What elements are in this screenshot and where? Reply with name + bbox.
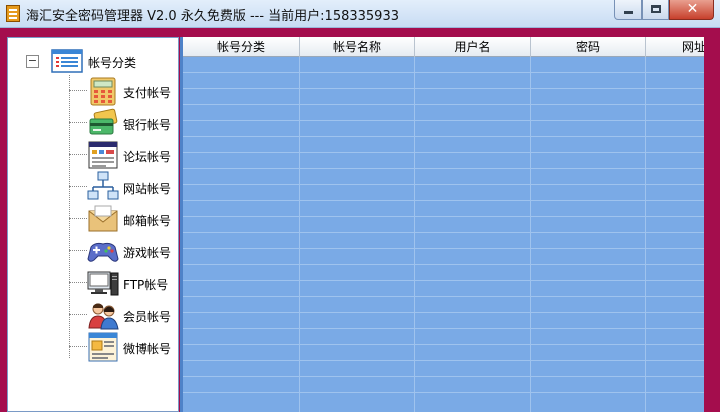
tree-item-weibo[interactable]: 微博帐号 [69,331,179,363]
column-header-category[interactable]: 帐号分类 [183,37,300,57]
app-icon [6,5,20,22]
envelope-icon [88,205,118,232]
table-row[interactable] [183,121,704,137]
table-row[interactable] [183,153,704,169]
table-row[interactable] [183,57,704,73]
tree-item-label: FTP帐号 [123,278,169,292]
close-button[interactable]: ✕ [669,0,714,20]
maximize-icon [651,5,661,13]
tree-branch-line [69,218,87,219]
tree-branch-line [69,346,87,347]
column-header-password[interactable]: 密码 [531,37,646,57]
tree-branch-line [69,154,87,155]
minimize-button[interactable] [614,0,642,20]
table-row[interactable] [183,217,704,233]
table-row[interactable] [183,361,704,377]
tree-item-game[interactable]: 游戏帐号 [69,235,179,267]
tree-item-label: 银行帐号 [123,118,172,132]
tree-item-forum[interactable]: 论坛帐号 [69,139,179,171]
members-icon [88,303,119,330]
maximize-button[interactable] [642,0,669,20]
column-header-username[interactable]: 用户名 [415,37,531,57]
table-row[interactable] [183,329,704,345]
main-frame: − 帐号分类 支付帐号 银行帐号 论坛帐号 网站帐号 邮箱帐号 游戏帐号 FTP… [0,28,720,412]
tree-item-member[interactable]: 会员帐号 [69,299,179,331]
grid-header: 帐号分类 帐号名称 用户名 密码 网址 [183,37,704,57]
tree-root-label: 帐号分类 [88,56,137,70]
table-row[interactable] [183,281,704,297]
collapse-toggle[interactable]: − [26,55,39,68]
table-row[interactable] [183,137,704,153]
table-row[interactable] [183,89,704,105]
minimize-icon [624,11,633,14]
table-row[interactable] [183,297,704,313]
tree-branch-line [69,90,87,91]
calculator-icon [90,77,116,106]
gamepad-icon [87,242,119,262]
tree-item-label: 支付帐号 [123,86,172,100]
tree-branch-line [69,314,87,315]
category-tree[interactable]: − 帐号分类 支付帐号 银行帐号 论坛帐号 网站帐号 邮箱帐号 游戏帐号 FTP… [7,37,179,412]
app-window: 海汇安全密码管理器 V2.0 永久免费版 --- 当前用户:158335933 … [0,0,720,412]
tree-item-website[interactable]: 网站帐号 [69,171,179,203]
tree-item-label: 微博帐号 [123,342,172,356]
column-header-url[interactable]: 网址 [646,37,704,57]
list-window-icon [51,49,83,73]
table-row[interactable] [183,345,704,361]
tree-item-label: 游戏帐号 [123,246,172,260]
network-icon [87,171,119,200]
table-row[interactable] [183,201,704,217]
table-row[interactable] [183,105,704,121]
tree-branch-line [69,186,87,187]
table-row[interactable] [183,233,704,249]
table-row[interactable] [183,169,704,185]
close-icon: ✕ [686,1,699,17]
tree-item-label: 论坛帐号 [123,150,172,164]
tree-item-bank[interactable]: 银行帐号 [69,107,179,139]
tree-item-label: 网站帐号 [123,182,172,196]
tree-item-label: 邮箱帐号 [123,214,172,228]
tree-item-ftp[interactable]: FTP帐号 [69,267,179,299]
table-row[interactable] [183,185,704,201]
tree-item-label: 会员帐号 [123,310,172,324]
tree-item-payment[interactable]: 支付帐号 [69,75,179,107]
table-row[interactable] [183,265,704,281]
table-row[interactable] [183,313,704,329]
grid-body[interactable] [183,57,704,412]
table-row[interactable] [183,73,704,89]
account-grid[interactable]: 帐号分类 帐号名称 用户名 密码 网址 [180,37,704,412]
column-header-account-name[interactable]: 帐号名称 [300,37,415,57]
window-title: 海汇安全密码管理器 V2.0 永久免费版 --- 当前用户:158335933 [26,9,399,24]
tree-branch-line [69,282,87,283]
forum-window-icon [88,141,118,169]
notes-window-icon [88,332,118,362]
tree-branch-line [69,250,87,251]
table-row[interactable] [183,249,704,265]
bank-cards-icon [89,108,118,135]
computer-icon [87,271,119,296]
tree-branch-line [69,122,87,123]
table-row[interactable] [183,377,704,393]
title-bar[interactable]: 海汇安全密码管理器 V2.0 永久免费版 --- 当前用户:158335933 … [0,0,720,28]
tree-item-email[interactable]: 邮箱帐号 [69,203,179,235]
